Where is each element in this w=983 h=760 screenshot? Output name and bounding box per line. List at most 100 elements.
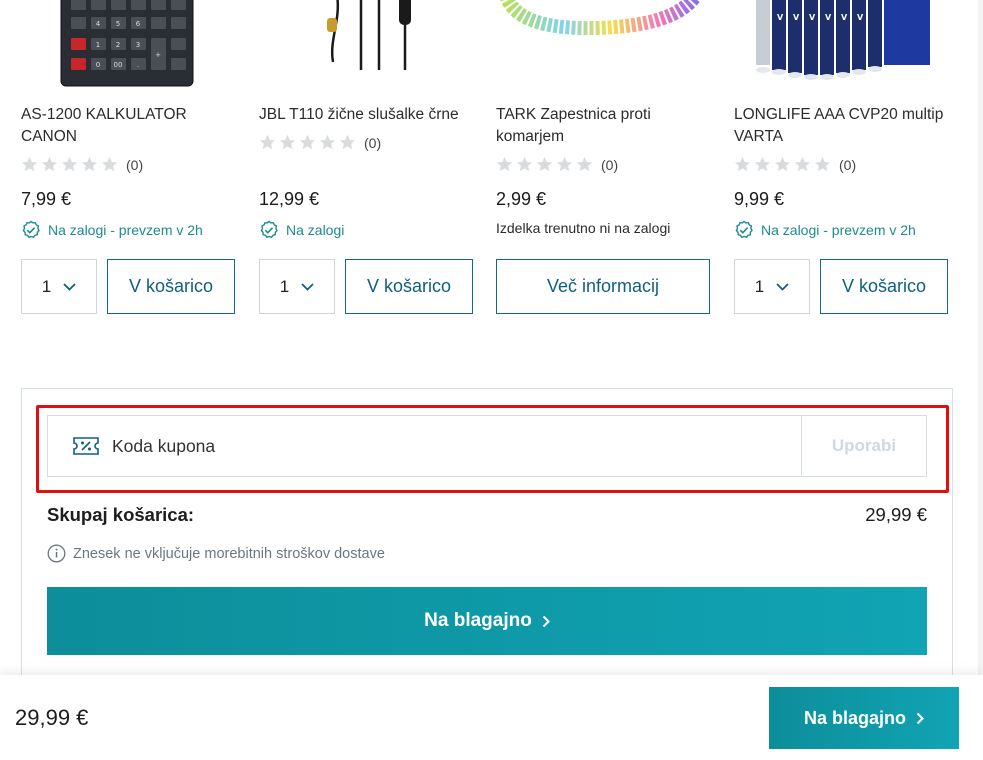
product-actions: 1 V košarico [21, 259, 235, 314]
more-info-button[interactable]: Več informacij [496, 259, 710, 314]
coupon-input[interactable]: Koda kupona [48, 416, 801, 476]
svg-text:00: 00 [114, 61, 123, 69]
quantity-select[interactable]: 1 [734, 259, 810, 314]
star-icon [734, 156, 751, 172]
coupon-placeholder: Koda kupona [112, 435, 216, 456]
rating-count: (0) [126, 156, 144, 173]
rating-count: (0) [839, 156, 857, 173]
stock-text: Na zalogi - prevzem v 2h [48, 222, 203, 238]
apply-coupon-button[interactable]: Uporabi [801, 416, 926, 476]
product-price: 2,99 € [496, 189, 547, 209]
star-icon [516, 156, 533, 172]
recommended-products: 456 123 0 00. + AS-1200 KALKULATOR CANON … [0, 0, 983, 340]
svg-text:V: V [777, 13, 784, 22]
star-icon [21, 156, 38, 172]
stock-text: Izdelka trenutno ni na zalogi [496, 220, 671, 236]
svg-text:V: V [793, 13, 800, 22]
info-icon [47, 544, 66, 563]
svg-text:1: 1 [96, 41, 100, 49]
product-rating: (0) [496, 156, 618, 173]
rating-stars [259, 134, 356, 151]
star-icon [81, 156, 98, 172]
star-icon [61, 156, 78, 172]
stock-status: Na zalogi - prevzem v 2h [734, 220, 916, 240]
add-to-cart-button[interactable]: V košarico [107, 259, 235, 314]
svg-text:0: 0 [96, 61, 100, 69]
rating-count: (0) [364, 134, 382, 151]
product-name[interactable]: AS-1200 KALKULATOR CANON [21, 104, 235, 148]
star-icon [299, 134, 316, 150]
stock-status: Izdelka trenutno ni na zalogi [496, 220, 670, 236]
svg-text:+: + [155, 51, 161, 59]
svg-text:3: 3 [136, 41, 140, 49]
star-icon [101, 156, 118, 172]
check-badge-icon [735, 220, 753, 239]
coupon-form: Koda kupona Uporabi [47, 415, 927, 477]
product-card[interactable]: TARK Zapestnica proti komarjem (0) 2,99 … [496, 0, 710, 330]
star-icon [576, 156, 593, 172]
product-price: 7,99 € [21, 189, 72, 209]
cart-total-value: 29,99 € [865, 504, 927, 525]
cart-total-label: Skupaj košarica: [47, 504, 195, 525]
svg-text:.: . [137, 61, 139, 69]
cart-total-row: Skupaj košarica: 29,99 € [47, 504, 927, 526]
product-actions: 1 V košarico [734, 259, 948, 314]
chevron-right-icon [916, 712, 924, 724]
stock-status: Na zalogi - prevzem v 2h [21, 220, 203, 240]
product-rating: (0) [259, 134, 381, 151]
checkout-button[interactable]: Na blagajno [47, 587, 927, 655]
check-badge-icon [260, 220, 278, 239]
product-actions: Več informacij [496, 259, 710, 314]
sticky-checkout-bar: 29,99 € Na blagajno [0, 675, 983, 760]
chevron-right-icon [542, 615, 550, 627]
product-actions: 1 V košarico [259, 259, 473, 314]
product-card[interactable]: JBL T110 žične slušalke črne (0) 12,99 €… [259, 0, 473, 330]
shipping-note-text: Znesek ne vključuje morebitnih stroškov … [73, 545, 385, 562]
star-icon [279, 134, 296, 150]
star-icon [556, 156, 573, 172]
product-name[interactable]: LONGLIFE AAA CVP20 multip VARTA [734, 104, 948, 148]
product-image-calculator[interactable]: 456 123 0 00. + [21, 0, 235, 92]
star-icon [794, 156, 811, 172]
product-image-bracelet[interactable] [496, 0, 710, 92]
star-icon [339, 134, 356, 150]
product-card[interactable]: VVVVVV LONGLIFE AAA CVP20 multip VARTA (… [734, 0, 948, 330]
rating-stars [734, 156, 831, 173]
checkout-label: Na blagajno [424, 610, 532, 631]
svg-text:V: V [841, 13, 848, 22]
quantity-value: 1 [754, 276, 765, 296]
product-price: 9,99 € [734, 189, 785, 209]
quantity-select[interactable]: 1 [21, 259, 97, 314]
add-to-cart-button[interactable]: V košarico [345, 259, 473, 314]
svg-text:V: V [825, 13, 832, 22]
sticky-total: 29,99 € [15, 705, 89, 730]
coupon-ticket-icon [73, 437, 99, 455]
check-badge-icon [22, 220, 40, 239]
sticky-checkout-button[interactable]: Na blagajno [769, 687, 959, 749]
stock-text: Na zalogi - prevzem v 2h [761, 222, 916, 238]
add-to-cart-button[interactable]: V košarico [820, 259, 948, 314]
svg-text:V: V [857, 13, 864, 22]
quantity-value: 1 [279, 276, 290, 296]
chevron-down-icon [776, 282, 789, 291]
star-icon [41, 156, 58, 172]
product-rating: (0) [21, 156, 143, 173]
product-image-earphones[interactable] [259, 0, 473, 92]
star-icon [259, 134, 276, 150]
product-name[interactable]: TARK Zapestnica proti komarjem [496, 104, 710, 148]
quantity-select[interactable]: 1 [259, 259, 335, 314]
product-card[interactable]: 456 123 0 00. + AS-1200 KALKULATOR CANON … [21, 0, 235, 330]
product-image-batteries[interactable]: VVVVVV [734, 0, 948, 92]
sticky-checkout-label: Na blagajno [803, 707, 906, 728]
product-name[interactable]: JBL T110 žične slušalke črne [259, 104, 473, 126]
star-icon [536, 156, 553, 172]
star-icon [814, 156, 831, 172]
quantity-value: 1 [41, 276, 52, 296]
star-icon [774, 156, 791, 172]
svg-text:2: 2 [116, 41, 120, 49]
star-icon [496, 156, 513, 172]
svg-text:4: 4 [96, 20, 101, 28]
rating-stars [496, 156, 593, 173]
chevron-down-icon [63, 282, 76, 291]
stock-text: Na zalogi [286, 222, 345, 238]
